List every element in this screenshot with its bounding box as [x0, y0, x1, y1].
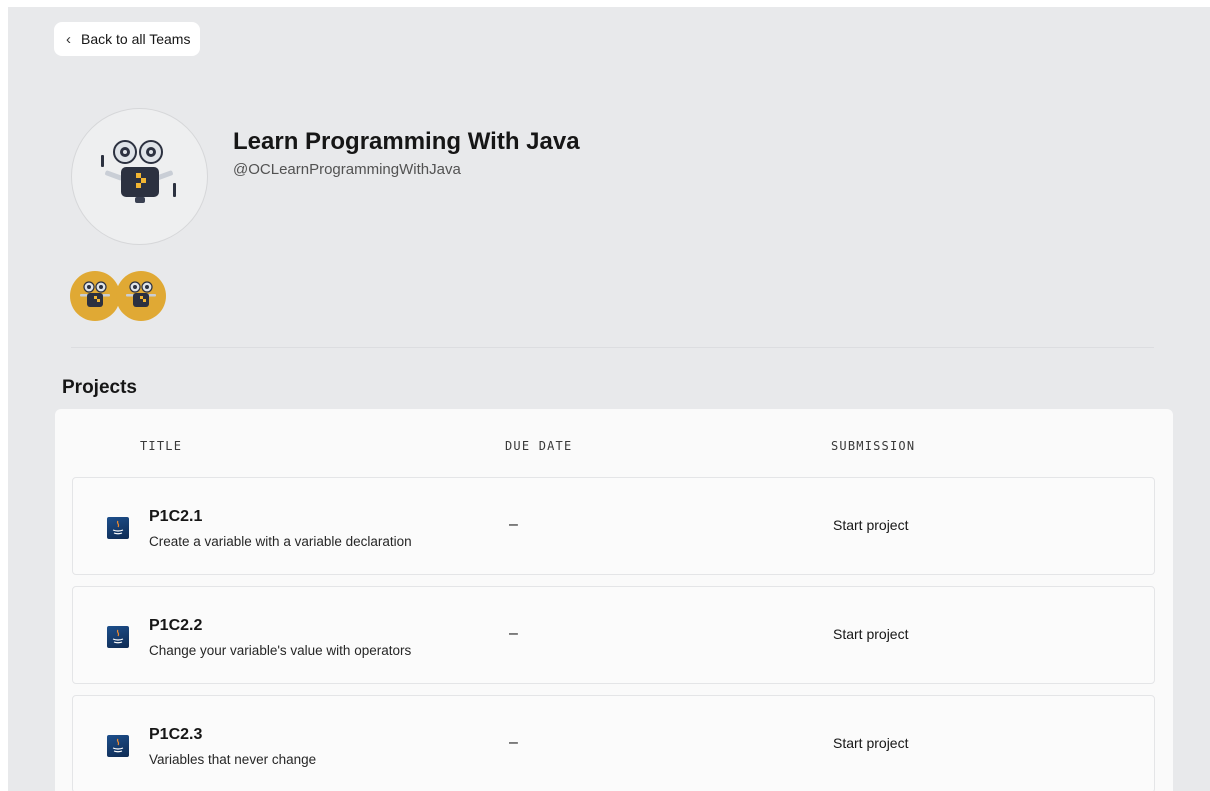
team-handle: @OCLearnProgrammingWithJava: [233, 161, 461, 178]
projects-heading: Projects: [62, 377, 137, 398]
project-title: P1C2.2: [149, 617, 203, 634]
column-header-due-date: DUE DATE: [505, 439, 573, 453]
project-due-date: –: [509, 625, 518, 642]
project-title: P1C2.1: [149, 508, 203, 525]
chevron-left-icon: ‹: [66, 30, 71, 48]
projects-table: TITLE DUE DATE SUBMISSION P1C2.1 Create …: [55, 409, 1173, 791]
project-row[interactable]: P1C2.1 Create a variable with a variable…: [72, 477, 1155, 575]
member-avatar[interactable]: [116, 271, 166, 321]
start-project-link[interactable]: Start project: [833, 735, 908, 751]
start-project-link[interactable]: Start project: [833, 626, 908, 642]
team-page: ‹ Back to all Teams Learn Programming Wi…: [8, 7, 1210, 791]
team-name: Learn Programming With Java: [233, 128, 580, 155]
member-avatar[interactable]: [70, 271, 120, 321]
team-avatar: [71, 108, 208, 245]
back-to-teams-button[interactable]: ‹ Back to all Teams: [54, 22, 201, 56]
java-logo-icon: [107, 735, 129, 757]
project-title: P1C2.3: [149, 726, 203, 743]
back-button-label: Back to all Teams: [81, 31, 191, 47]
project-description: Variables that never change: [149, 752, 317, 767]
section-divider: [71, 347, 1154, 348]
project-due-date: –: [509, 516, 518, 533]
project-due-date: –: [509, 734, 518, 751]
start-project-link[interactable]: Start project: [833, 517, 908, 533]
column-header-submission: SUBMISSION: [831, 439, 916, 453]
robot-avatar-icon: [126, 281, 156, 307]
robot-avatar-icon: [80, 281, 110, 307]
column-header-title: TITLE: [140, 439, 183, 453]
project-description: Create a variable with a variable declar…: [149, 534, 412, 549]
java-logo-icon: [107, 517, 129, 539]
robot-mascot-icon: [100, 139, 176, 203]
project-row[interactable]: P1C2.2 Change your variable's value with…: [72, 586, 1155, 684]
java-logo-icon: [107, 626, 129, 648]
project-row[interactable]: P1C2.3 Variables that never change – Sta…: [72, 695, 1155, 791]
project-description: Change your variable's value with operat…: [149, 643, 412, 658]
